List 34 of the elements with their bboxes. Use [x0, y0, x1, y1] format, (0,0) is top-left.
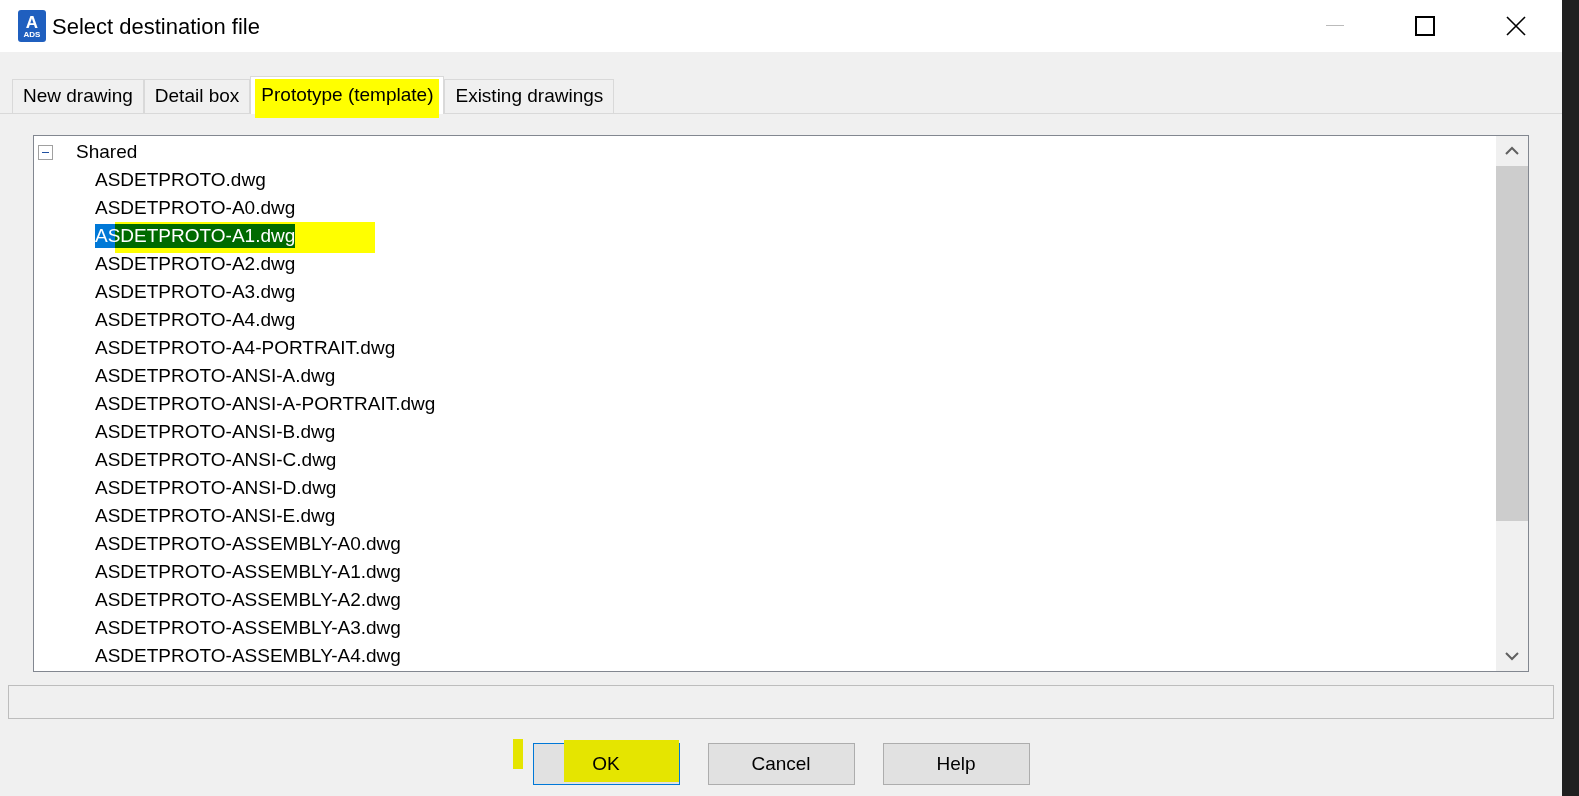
tree-item[interactable]: ASDETPROTO-ASSEMBLY-A0.dwg	[95, 532, 401, 556]
tree-item[interactable]: ASDETPROTO-A4.dwg	[95, 308, 296, 332]
collapse-toggle[interactable]	[38, 144, 53, 160]
scroll-up-icon	[1505, 146, 1519, 156]
tree-item[interactable]: ASDETPROTO-A4-PORTRAIT.dwg	[95, 336, 396, 360]
window-title: Select destination file	[52, 12, 260, 41]
tree-item[interactable]: ASDETPROTO.dwg	[95, 168, 266, 192]
dialog-button[interactable]: Cancel	[707, 743, 855, 785]
tree-item[interactable]: ASDETPROTO-ASSEMBLY-A1.dwg	[95, 560, 401, 584]
maximize-icon	[1415, 16, 1435, 36]
tab[interactable]: Detail box	[143, 79, 251, 113]
scroll-down-icon	[1505, 651, 1519, 661]
tree-item[interactable]: ASDETPROTO-ANSI-A.dwg	[95, 364, 336, 388]
tree-item[interactable]: ASDETPROTO-A2.dwg	[95, 252, 296, 276]
tree-item[interactable]: ASDETPROTO-ASSEMBLY-A4.dwg	[95, 644, 401, 668]
tree-item[interactable]: ASDETPROTO-ANSI-C.dwg	[95, 448, 337, 472]
tree-item[interactable]: ASDETPROTO-ANSI-B.dwg	[95, 420, 336, 444]
tree-item[interactable]: ASDETPROTO-A3.dwg	[95, 280, 296, 304]
tree-item[interactable]: ASDETPROTO-ANSI-E.dwg	[95, 504, 336, 528]
tree-item[interactable]: Shared	[76, 137, 138, 167]
dialog-button[interactable]: OK	[532, 743, 680, 785]
scrollbar[interactable]	[1496, 136, 1528, 671]
tree-item[interactable]: ASDETPROTO-ASSEMBLY-A3.dwg	[95, 616, 401, 640]
tree-item[interactable]: ASDETPROTO-ANSI-D.dwg	[95, 476, 337, 500]
tab[interactable]: New drawing	[12, 79, 144, 113]
minimize-icon	[1326, 25, 1344, 27]
close-icon	[1506, 16, 1526, 36]
tree-item[interactable]: ASDETPROTO-A0.dwg	[95, 196, 296, 220]
dialog-button[interactable]: Help	[882, 743, 1030, 785]
scrollbar-thumb[interactable]	[1496, 166, 1528, 521]
tree-item[interactable]: ASDETPROTO-ASSEMBLY-A2.dwg	[95, 588, 401, 612]
tab[interactable]: Existing drawings	[444, 79, 615, 113]
app-icon: A ADS	[18, 10, 46, 42]
tree-item[interactable]: ASDETPROTO-ANSI-A-PORTRAIT.dwg	[95, 392, 436, 416]
